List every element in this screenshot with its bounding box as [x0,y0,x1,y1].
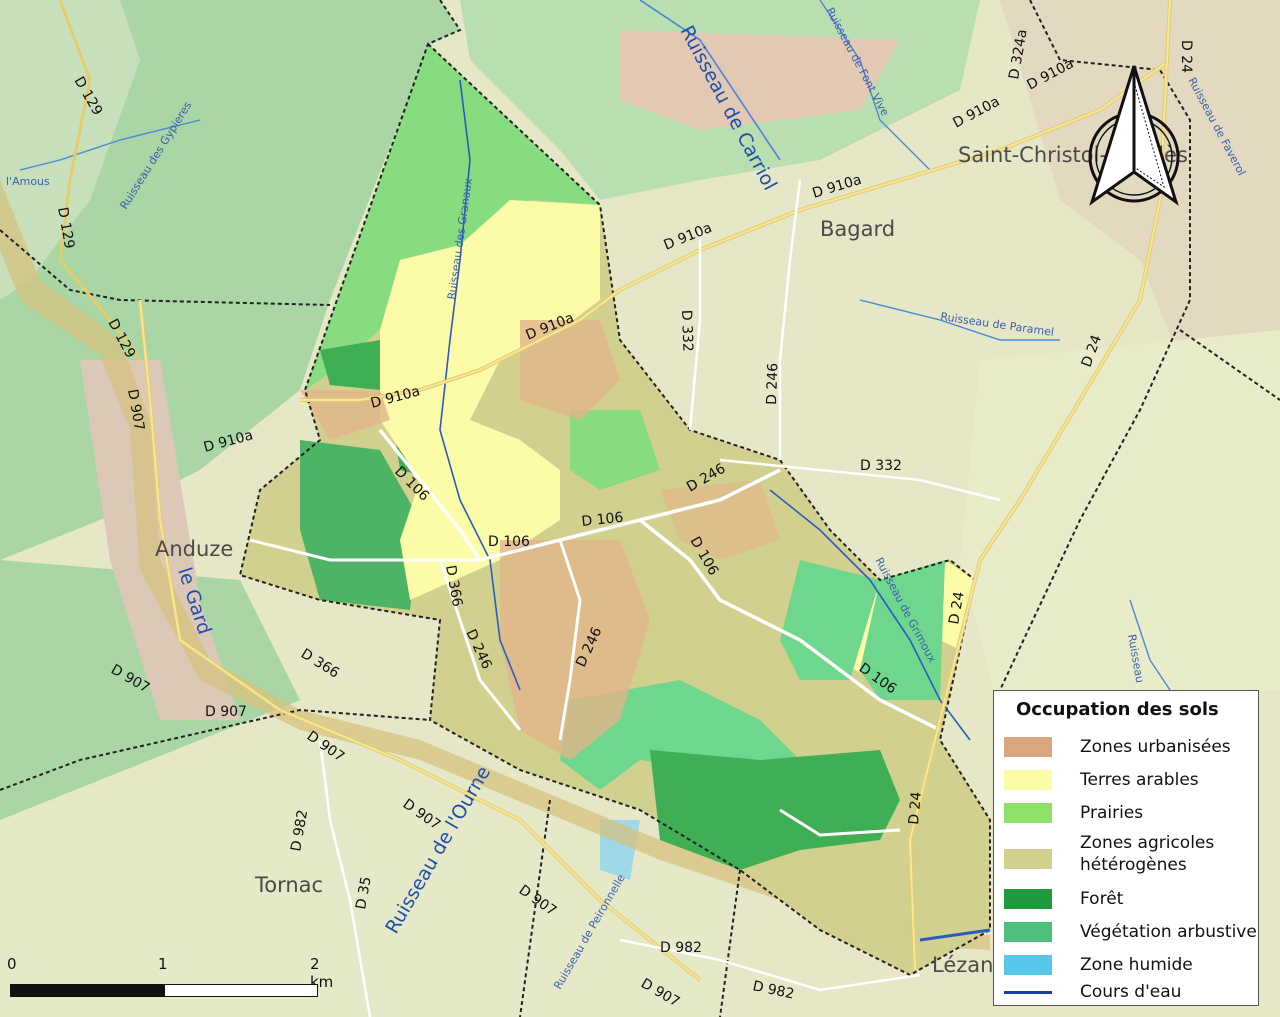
road-label-d907-3: D 907 [205,704,247,720]
legend-swatch [1004,770,1052,790]
legend-label: Zones agricoles hétérogènes [1080,833,1215,875]
place-lezan: Lézan [932,953,993,977]
legend-swatch [1004,849,1052,869]
legend-item-cours-deau: Cours d'eau [1004,981,1181,1003]
legend-swatch [1004,737,1052,757]
legend-label: Zones urbanisées [1080,737,1231,757]
road-label-d24-4: D 24 [906,791,925,825]
scale-bar: 0 1 2 km [7,955,333,1005]
legend-item-zones-agricoles: Zones agricoles hétérogènes [1004,832,1214,876]
place-tornac: Tornac [254,873,323,897]
land-use-map: Anduze Tornac Bagard Saint-Christol-lès-… [0,0,1280,1017]
legend-label: Végétation arbustive [1080,922,1257,942]
place-bagard: Bagard [820,217,895,241]
road-label-d246-4: D 246 [764,363,781,406]
legend-item-foret: Forêt [1004,888,1123,910]
scale-label-0: 0 [7,955,17,973]
scale-segment-white [164,984,318,997]
legend-swatch [1004,922,1052,942]
north-arrow-icon [1088,65,1180,206]
legend-swatch [1004,889,1052,909]
place-anduze: Anduze [155,537,233,561]
legend-title: Occupation des sols [1016,699,1219,720]
scale-label-1: 1 [158,955,168,973]
legend-item-zone-humide: Zone humide [1004,954,1193,976]
legend-swatch [1004,990,1052,994]
legend-label: Zone humide [1080,955,1193,975]
road-label-d982-2: D 982 [660,940,702,956]
legend-label: Forêt [1080,889,1124,909]
road-label-d106-2: D 106 [488,534,530,550]
road-label-d332-1: D 332 [678,310,695,352]
river-label-amous: l'Amous [6,175,50,188]
legend: Occupation des sols Zones urbanisées Ter… [993,690,1259,1006]
legend-item-prairies: Prairies [1004,802,1143,824]
road-label-d332-2: D 332 [860,458,902,474]
farmland-east [960,330,1280,690]
legend-label: Prairies [1080,803,1144,823]
legend-label: Terres arables [1080,770,1199,790]
legend-label: Cours d'eau [1080,982,1182,1002]
scale-segment-black [10,984,164,997]
legend-swatch [1004,955,1052,975]
legend-item-vegetation-arbustive: Végétation arbustive [1004,921,1257,943]
legend-item-zones-urbanisees: Zones urbanisées [1004,736,1231,758]
legend-item-terres-arables: Terres arables [1004,769,1199,791]
legend-swatch [1004,803,1052,823]
